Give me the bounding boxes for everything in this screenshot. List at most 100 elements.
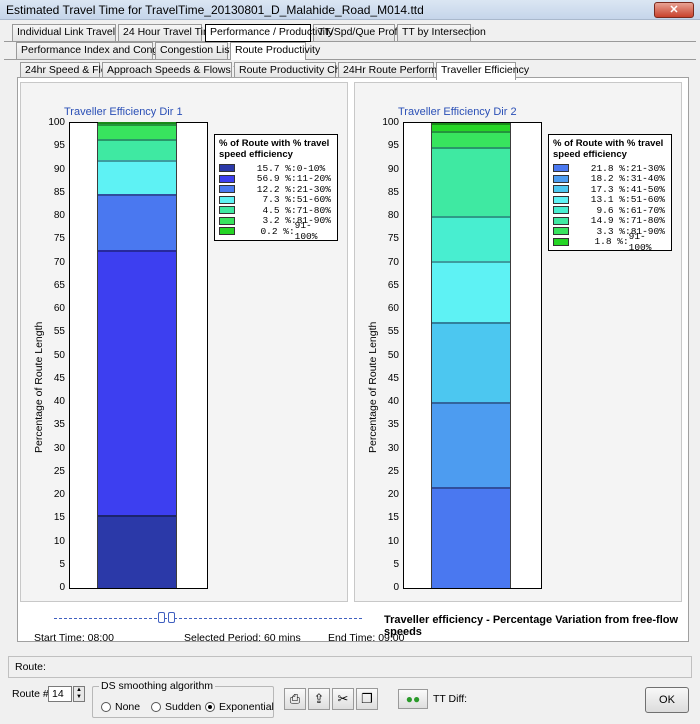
legend-entry: 15.7 % : 0-10%: [219, 163, 333, 174]
tab-route-productivity[interactable]: Route Productivity: [230, 42, 320, 60]
legend-value: 0.2 %: [260, 225, 289, 237]
close-button[interactable]: ✕: [654, 2, 694, 18]
legend-value: 1.8 %: [594, 236, 623, 248]
legend-range: 91-100%: [294, 220, 318, 243]
legend-entry: 12.2 % : 21-30%: [219, 184, 333, 195]
radio-dot-selected: [205, 702, 215, 712]
tab-row-divider: [4, 59, 696, 60]
y-tick-label: 40: [387, 396, 399, 407]
legend-range: 71-80%: [630, 215, 665, 227]
route-number-spinner[interactable]: ▲ ▼: [73, 686, 85, 702]
y-tick-label: 5: [393, 558, 399, 570]
legend-entry: 4.5 % : 71-80%: [219, 205, 333, 216]
tab-performance-productivity[interactable]: Performance / Productivity: [205, 24, 333, 42]
legend-swatch: [219, 216, 235, 225]
legend-range: 71-80%: [296, 204, 331, 216]
bar-segment: [98, 159, 176, 194]
smoothing-group: DS smoothing algorithm None Sudden Expon…: [92, 680, 274, 718]
legend-range: 21-30%: [296, 183, 331, 195]
bar-segment: [98, 123, 176, 139]
tab-performance-index-congestion[interactable]: Performance Index and Congestion: [16, 42, 186, 59]
ok-button[interactable]: OK: [645, 687, 689, 713]
legend-entries: 15.7 % : 0-10% 56.9 % : 11-20% 12.2 % : 21…: [219, 163, 333, 242]
radio-exponential-label: Exponential: [219, 701, 274, 713]
legend-value: 17.3 %: [590, 183, 625, 195]
export-icon: ⇪: [313, 691, 325, 706]
radio-dot: [101, 702, 111, 712]
tab-24-hour-travel-time[interactable]: 24 Hour Travel Time: [118, 24, 218, 41]
legend-value: 4.5 %: [262, 204, 291, 216]
bar-segment: [98, 515, 176, 588]
bar-segment: [432, 260, 510, 322]
chart-panel-dir1: Traveller Efficiency Dir 1 Percentage of…: [20, 82, 348, 602]
plot-area: [69, 121, 208, 589]
legend-swatch: [219, 206, 235, 215]
legend-value: 12.2 %: [256, 183, 291, 195]
export-button[interactable]: ⇪: [308, 688, 330, 710]
route-number-input[interactable]: 14: [48, 686, 72, 702]
y-tick-label: 35: [53, 419, 65, 431]
legend-value: 21.8 %: [590, 162, 625, 174]
y-tick-label: 65: [387, 279, 399, 291]
bar-segment: [432, 216, 510, 261]
legend-swatch: [553, 206, 569, 215]
route-number-label: Route #: [12, 688, 49, 700]
tt-diff-label: TT Diff:: [433, 693, 468, 705]
bar-segment: [432, 321, 510, 402]
tab-tt-by-intersection[interactable]: TT by Intersection: [397, 24, 486, 41]
legend-title: % of Route with % travel speed efficienc…: [219, 138, 330, 160]
y-tick-label: 10: [53, 535, 65, 547]
y-tick-label: 55: [387, 326, 399, 338]
legend-range: 21-30%: [630, 162, 665, 174]
tt-diff-button[interactable]: ●●: [398, 689, 428, 709]
bar-segment: [98, 138, 176, 160]
bar-segment: [432, 146, 510, 216]
traffic-light-icon: ●●: [405, 692, 421, 706]
y-tick-label: 35: [387, 419, 399, 431]
legend-swatch: [553, 164, 569, 173]
legend-value: 7.3 %: [262, 194, 291, 206]
legend-range: 51-60%: [630, 194, 665, 206]
y-tick-label: 75: [387, 233, 399, 245]
bar-segment: [432, 131, 510, 147]
legend-swatch: [553, 174, 569, 183]
legend-entries: 21.8 % : 21-30% 18.2 % : 31-40% 17.3 % : 4…: [553, 162, 667, 253]
time-slider-start-handle[interactable]: [158, 612, 165, 623]
legend-swatch: [219, 185, 235, 194]
y-tick-label: 45: [53, 372, 65, 384]
bar-segment: [432, 486, 510, 588]
legend-swatch: [219, 227, 235, 236]
time-slider-track[interactable]: [54, 618, 362, 621]
legend: % of Route with % travel speed efficienc…: [548, 134, 672, 253]
legend-entry: 18.2 % : 31-40%: [553, 173, 667, 185]
y-tick-label: 30: [387, 442, 399, 454]
time-slider-end-handle[interactable]: [168, 612, 175, 623]
plot-area: [403, 122, 542, 589]
chart-title: Traveller Efficiency Dir 2: [398, 106, 517, 118]
print-preview-button[interactable]: ⎙: [284, 688, 306, 710]
tab-congestion-listing[interactable]: Congestion Listing: [155, 42, 246, 59]
y-tick-label: 70: [53, 256, 65, 268]
copy-button[interactable]: ❐: [356, 688, 378, 710]
bar-segment: [98, 193, 176, 251]
end-time: End Time: 09:00: [328, 632, 405, 644]
stacked-bar: [97, 121, 177, 588]
window-title: Estimated Travel Time for TravelTime_201…: [6, 3, 424, 17]
filter-button[interactable]: ✂: [332, 688, 354, 710]
y-tick-label: 60: [387, 303, 399, 314]
y-tick-label: 85: [387, 186, 399, 198]
legend-value: 3.2 %: [262, 215, 291, 227]
tab-traveller-efficiency[interactable]: Traveller Efficiency: [436, 62, 529, 80]
y-tick-label: 10: [387, 535, 399, 547]
y-tick-label: 20: [387, 489, 399, 500]
smoothing-label: DS smoothing algorithm: [99, 680, 216, 692]
radio-exponential[interactable]: Exponential: [205, 701, 274, 713]
radio-sudden[interactable]: Sudden: [151, 701, 201, 713]
radio-none-label: None: [115, 701, 141, 713]
radio-none[interactable]: None: [101, 701, 140, 713]
legend-entry: 7.3 % : 51-60%: [219, 194, 333, 206]
tab-individual-link-travel-time[interactable]: Individual Link Travel Time: [12, 24, 141, 41]
y-tick-label: 90: [387, 163, 399, 175]
y-tick-label: 60: [53, 303, 65, 314]
legend-range: 31-40%: [630, 173, 665, 185]
